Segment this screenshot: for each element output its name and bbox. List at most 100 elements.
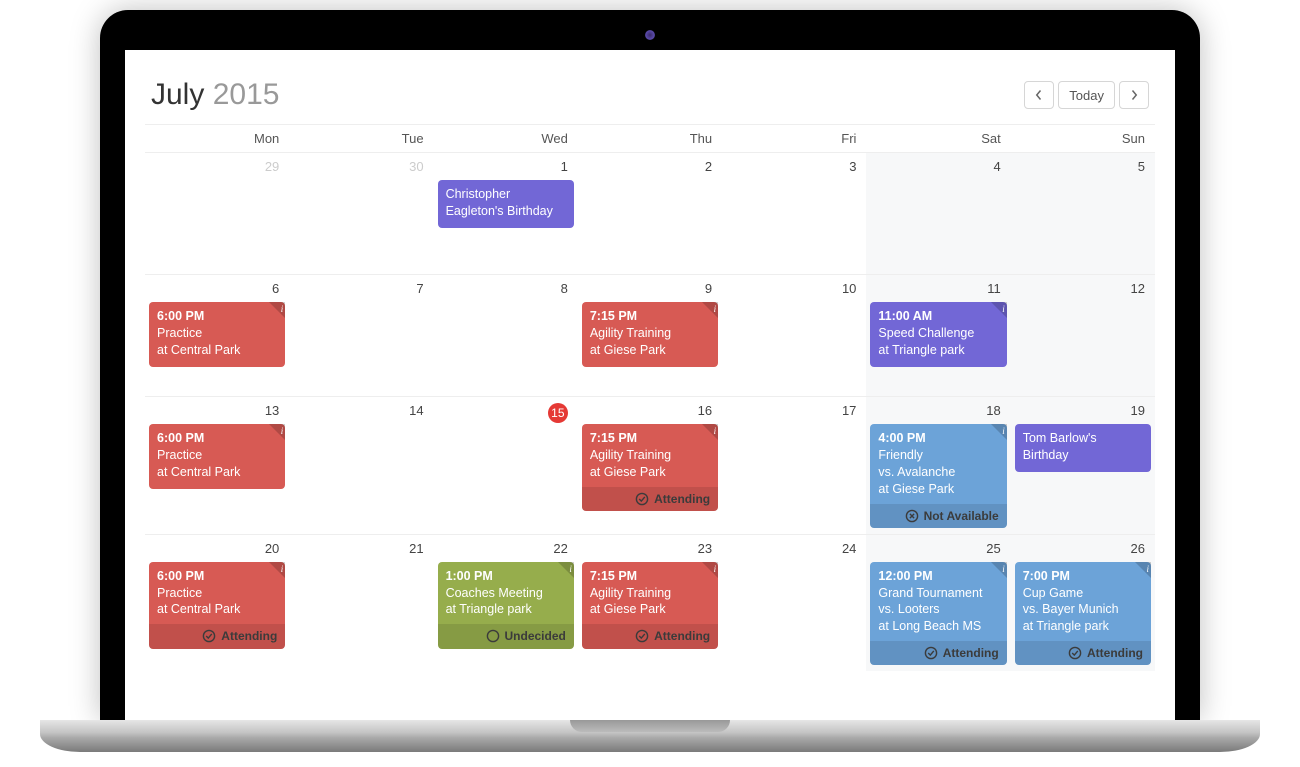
info-corner-icon[interactable] xyxy=(702,562,718,578)
calendar-event[interactable]: Christopher Eagleton's Birthday xyxy=(438,180,574,228)
title-year: 2015 xyxy=(213,78,280,111)
day-cell[interactable]: 267:00 PMCup Gamevs. Bayer Munichat Tria… xyxy=(1011,534,1155,672)
day-cell[interactable]: 167:15 PMAgility Trainingat Giese ParkAt… xyxy=(578,396,722,534)
info-corner-icon[interactable] xyxy=(269,302,285,318)
event-status[interactable]: Undecided xyxy=(438,624,574,648)
day-cell[interactable]: 1Christopher Eagleton's Birthday xyxy=(434,152,578,274)
event-status[interactable]: Attending xyxy=(1015,641,1151,665)
event-time: 6:00 PM xyxy=(157,430,277,447)
event-line: Agility Training xyxy=(590,585,710,602)
info-corner-icon[interactable] xyxy=(269,562,285,578)
date-number: 21 xyxy=(293,539,429,560)
calendar-event[interactable]: Tom Barlow's Birthday xyxy=(1015,424,1151,472)
day-cell[interactable]: 8 xyxy=(434,274,578,396)
today-button[interactable]: Today xyxy=(1058,81,1115,109)
next-button[interactable] xyxy=(1119,81,1149,109)
day-cell[interactable]: 24 xyxy=(722,534,866,672)
event-line: at Long Beach MS xyxy=(878,618,998,635)
date-number-today: 15 xyxy=(438,401,574,427)
info-corner-icon[interactable] xyxy=(558,562,574,578)
webcam-dot xyxy=(645,30,655,40)
day-cell[interactable]: 206:00 PMPracticeat Central ParkAttendin… xyxy=(145,534,289,672)
day-cell[interactable]: 3 xyxy=(722,152,866,274)
event-line: Agility Training xyxy=(590,447,710,464)
date-number: 22 xyxy=(438,539,574,560)
check-circle-icon xyxy=(202,629,216,643)
date-number: 17 xyxy=(726,401,862,422)
status-label: Undecided xyxy=(505,628,566,644)
day-cell[interactable]: 97:15 PMAgility Trainingat Giese Park xyxy=(578,274,722,396)
calendar-event[interactable]: 4:00 PMFriendlyvs. Avalancheat Giese Par… xyxy=(870,424,1006,528)
calendar-event[interactable]: 7:15 PMAgility Trainingat Giese ParkAtte… xyxy=(582,562,718,649)
day-cell[interactable]: 2512:00 PMGrand Tournamentvs. Lootersat … xyxy=(866,534,1010,672)
status-label: Attending xyxy=(654,628,710,644)
calendar-event[interactable]: 6:00 PMPracticeat Central Park xyxy=(149,302,285,367)
event-status[interactable]: Attending xyxy=(582,487,718,511)
info-corner-icon[interactable] xyxy=(269,424,285,440)
calendar-event[interactable]: 6:00 PMPracticeat Central Park xyxy=(149,424,285,489)
day-cell[interactable]: 30 xyxy=(289,152,433,274)
calendar-event[interactable]: 11:00 AMSpeed Challengeat Triangle park xyxy=(870,302,1006,367)
event-line: at Triangle park xyxy=(446,601,566,618)
day-cell[interactable]: 5 xyxy=(1011,152,1155,274)
event-time: 7:15 PM xyxy=(590,568,710,585)
event-line: vs. Looters xyxy=(878,601,998,618)
date-number: 26 xyxy=(1015,539,1151,560)
prev-button[interactable] xyxy=(1024,81,1054,109)
date-number: 25 xyxy=(870,539,1006,560)
day-cell[interactable]: 21 xyxy=(289,534,433,672)
day-cell[interactable]: 19Tom Barlow's Birthday xyxy=(1011,396,1155,534)
date-number: 10 xyxy=(726,279,862,300)
day-cell[interactable]: 136:00 PMPracticeat Central Park xyxy=(145,396,289,534)
date-number: 19 xyxy=(1015,401,1151,422)
day-cell[interactable]: 2 xyxy=(578,152,722,274)
day-cell[interactable]: 29 xyxy=(145,152,289,274)
date-number: 8 xyxy=(438,279,574,300)
day-cell[interactable]: 10 xyxy=(722,274,866,396)
laptop-notch xyxy=(570,720,730,732)
event-time: 7:15 PM xyxy=(590,430,710,447)
info-corner-icon[interactable] xyxy=(991,424,1007,440)
event-line: at Giese Park xyxy=(590,464,710,481)
check-circle-icon xyxy=(924,646,938,660)
date-number: 5 xyxy=(1015,157,1151,178)
info-corner-icon[interactable] xyxy=(991,562,1007,578)
event-status[interactable]: Attending xyxy=(582,624,718,648)
check-circle-icon xyxy=(635,629,649,643)
event-status[interactable]: Attending xyxy=(149,624,285,648)
event-line: at Giese Park xyxy=(878,481,998,498)
calendar-event[interactable]: 7:15 PMAgility Trainingat Giese Park Atte… xyxy=(582,424,718,511)
day-cell[interactable]: 14 xyxy=(289,396,433,534)
calendar-event[interactable]: 12:00 PMGrand Tournamentvs. Lootersat Lo… xyxy=(870,562,1006,666)
event-status[interactable]: Attending xyxy=(870,641,1006,665)
event-time: 6:00 PM xyxy=(157,568,277,585)
day-cell[interactable]: 66:00 PMPracticeat Central Park xyxy=(145,274,289,396)
check-circle-icon xyxy=(635,492,649,506)
event-status[interactable]: Not Available xyxy=(870,504,1006,528)
calendar-event[interactable]: 7:00 PMCup Gamevs. Bayer Munichat Triang… xyxy=(1015,562,1151,666)
date-number: 12 xyxy=(1015,279,1151,300)
calendar-event[interactable]: 6:00 PMPracticeat Central ParkAttending xyxy=(149,562,285,649)
event-line: Practice xyxy=(157,325,277,342)
circle-icon xyxy=(486,629,500,643)
calendar-event[interactable]: 7:15 PMAgility Trainingat Giese Park xyxy=(582,302,718,367)
day-cell[interactable]: 237:15 PMAgility Trainingat Giese ParkAt… xyxy=(578,534,722,672)
event-line: vs. Bayer Munich xyxy=(1023,601,1143,618)
info-corner-icon[interactable] xyxy=(702,424,718,440)
day-cell[interactable]: 221:00 PMCoaches Meetingat Triangle park… xyxy=(434,534,578,672)
status-label: Attending xyxy=(943,645,999,661)
day-cell[interactable]: 4 xyxy=(866,152,1010,274)
day-cell[interactable]: 7 xyxy=(289,274,433,396)
day-cell[interactable]: 1111:00 AMSpeed Challengeat Triangle par… xyxy=(866,274,1010,396)
date-number: 6 xyxy=(149,279,285,300)
day-cell[interactable]: 12 xyxy=(1011,274,1155,396)
event-line: at Central Park xyxy=(157,601,277,618)
day-cell[interactable]: 184:00 PMFriendlyvs. Avalancheat Giese P… xyxy=(866,396,1010,534)
info-corner-icon[interactable] xyxy=(702,302,718,318)
event-line: Christopher Eagleton's Birthday xyxy=(446,186,566,220)
info-corner-icon[interactable] xyxy=(1135,562,1151,578)
calendar-event[interactable]: 1:00 PMCoaches Meetingat Triangle parkUn… xyxy=(438,562,574,649)
day-cell[interactable]: 15 xyxy=(434,396,578,534)
info-corner-icon[interactable] xyxy=(991,302,1007,318)
day-cell[interactable]: 17 xyxy=(722,396,866,534)
